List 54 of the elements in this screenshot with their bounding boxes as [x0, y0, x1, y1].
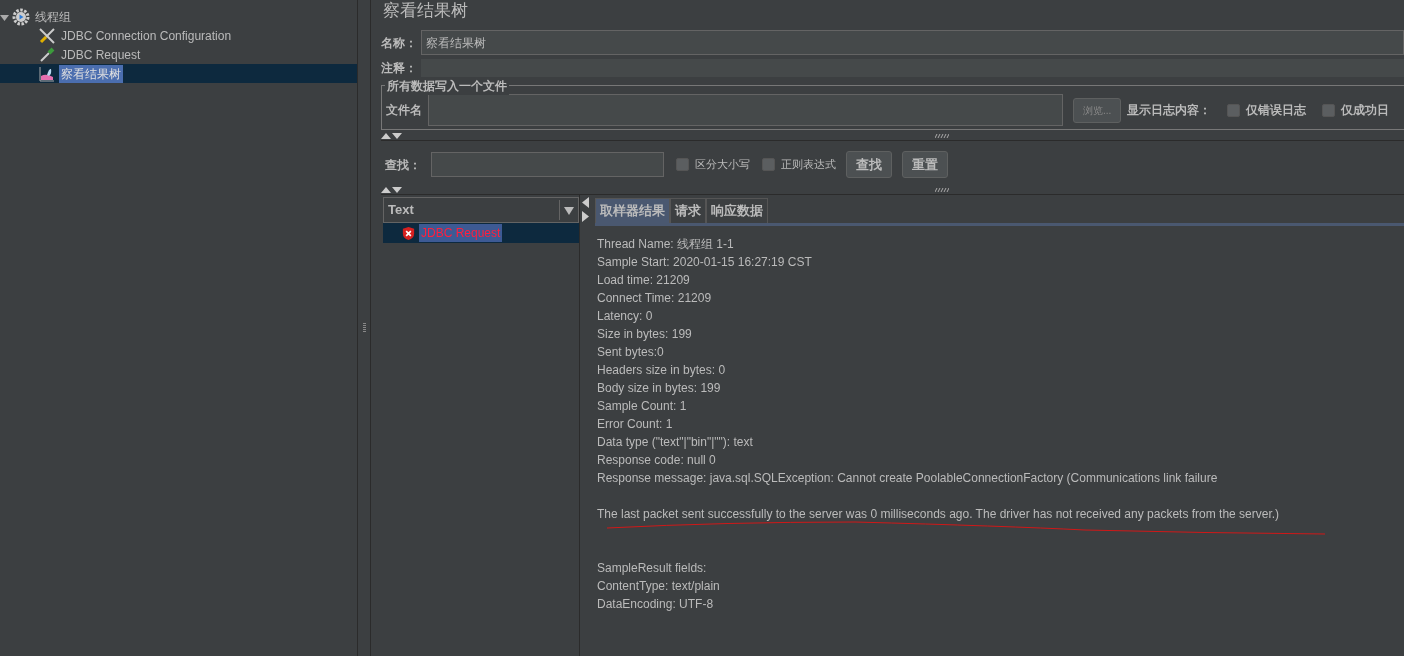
error-shield-icon [401, 225, 416, 241]
checkbox[interactable] [1227, 103, 1241, 117]
tree-item[interactable]: 线程组 [0, 7, 357, 26]
checkbox-label: 区分大小写 [695, 157, 750, 173]
file-name-field[interactable] [428, 94, 1063, 126]
checkbox-label: 正则表达式 [781, 157, 836, 173]
result-line: Size in bytes: 199 [597, 325, 693, 343]
log-label: 显示日志内容： [1127, 102, 1212, 119]
tree-item[interactable]: JDBC Connection Configuration [0, 26, 357, 45]
result-line: Data type ("text"|"bin"|""): text [597, 433, 754, 451]
result-line: Connect Time: 21209 [597, 289, 713, 307]
split-arrows-icon[interactable] [582, 197, 589, 223]
result-line: Body size in bytes: 199 [597, 379, 722, 397]
tab[interactable]: 取样器结果 [595, 198, 670, 223]
result-line: Response code: null 0 [597, 451, 717, 469]
chart-icon [38, 64, 56, 83]
result-line: Load time: 21209 [597, 271, 691, 289]
result-line: The last packet sent successfully to the server was 0 milliseconds ago. The driver has not received any packets from the server.) [597, 505, 1281, 523]
tab[interactable]: 响应数据 [706, 198, 768, 223]
collapse-arrows-icon[interactable] [381, 184, 403, 194]
tools-icon [38, 26, 56, 45]
tab[interactable]: 请求 [670, 198, 706, 223]
field-label: 名称： [381, 34, 417, 52]
result-line: Sample Start: 2020-01-15 16:27:19 CST [597, 253, 813, 271]
result-line: Error Count: 1 [597, 415, 674, 433]
checkbox[interactable] [762, 158, 775, 171]
result-line: Headers size in bytes: 0 [597, 361, 727, 379]
checkbox-label: 仅成功日 [1341, 102, 1390, 119]
result-line: Latency: 0 [597, 307, 654, 325]
tree-item[interactable]: JDBC Request [0, 45, 357, 64]
search-label: 查找： [385, 156, 421, 174]
result-line: Sample Count: 1 [597, 397, 688, 415]
gear-icon [12, 7, 30, 26]
search-field[interactable] [431, 152, 664, 177]
splitter-grip[interactable] [362, 323, 366, 333]
pipette-icon [38, 45, 56, 64]
field-label: 注释： [381, 60, 417, 77]
checkbox-label: 仅错误日志 [1246, 102, 1307, 119]
action-button[interactable]: 重置 [902, 151, 948, 178]
result-line: ContentType: text/plain [597, 577, 721, 595]
result-line: DataEncoding: UTF-8 [597, 595, 715, 613]
result-line: Response message: java.sql.SQLException: Cannot create PoolableConnectionFactory (Communications link failure [597, 469, 1219, 487]
action-button[interactable]: 查找 [846, 151, 892, 178]
checkbox[interactable] [1322, 103, 1336, 117]
collapse-arrows-icon[interactable] [381, 130, 403, 140]
checkbox[interactable] [676, 158, 689, 171]
name-field[interactable]: 察看结果树 [421, 30, 1404, 55]
tree-item[interactable]: 察看结果树 [0, 64, 357, 83]
group-legend: 所有数据写入一个文件 [385, 77, 509, 95]
field-label: 文件名 [386, 102, 422, 119]
result-line: SampleResult fields: [597, 559, 708, 577]
panel-title: 察看结果树 [382, 0, 469, 22]
result-line: Thread Name: 线程组 1-1 [597, 235, 735, 253]
result-line: Sent bytes:0 [597, 343, 665, 361]
